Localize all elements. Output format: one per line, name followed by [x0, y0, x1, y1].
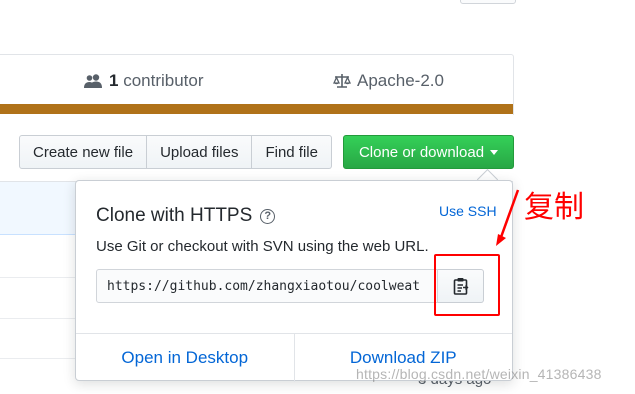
popup-title: Clone with HTTPS ?: [96, 205, 276, 227]
contributors-stat[interactable]: 1 contributor: [83, 71, 204, 91]
annotation-arrow-icon: [496, 189, 520, 246]
annotation-highlight-box: [434, 254, 500, 316]
question-icon[interactable]: ?: [260, 208, 276, 224]
file-row-divider: [0, 318, 80, 319]
contributors-label: contributor: [123, 71, 204, 90]
language-bar: [0, 104, 513, 114]
file-row-divider: [0, 358, 80, 359]
clone-url-input[interactable]: [96, 269, 438, 303]
top-button-fragment[interactable]: [460, 0, 516, 4]
popup-description: Use Git or checkout with SVN using the w…: [96, 238, 429, 255]
annotation-label: 复制: [524, 190, 584, 225]
upload-files-button[interactable]: Upload files: [147, 135, 253, 169]
page: 1 contributor Apache-2.0 Create new file…: [0, 0, 635, 394]
clone-or-download-button[interactable]: Clone or download: [343, 135, 514, 169]
law-icon: [333, 74, 351, 88]
caret-down-icon: [490, 149, 499, 155]
license-stat[interactable]: Apache-2.0: [333, 71, 444, 91]
create-new-file-button[interactable]: Create new file: [19, 135, 148, 169]
find-file-button[interactable]: Find file: [252, 135, 332, 169]
file-actions-group: Create new file Upload files Find file: [19, 135, 332, 169]
file-row-divider: [0, 277, 80, 278]
use-ssh-link[interactable]: Use SSH: [439, 203, 497, 219]
clone-or-download-label: Clone or download: [358, 143, 485, 161]
popup-title-text: Clone with HTTPS: [96, 205, 253, 226]
license-label: Apache-2.0: [357, 71, 444, 90]
watermark: https://blog.csdn.net/weixin_41386438: [356, 366, 602, 382]
open-in-desktop-button[interactable]: Open in Desktop: [76, 334, 294, 382]
people-icon: [84, 74, 102, 88]
contributors-count: 1: [109, 71, 119, 90]
